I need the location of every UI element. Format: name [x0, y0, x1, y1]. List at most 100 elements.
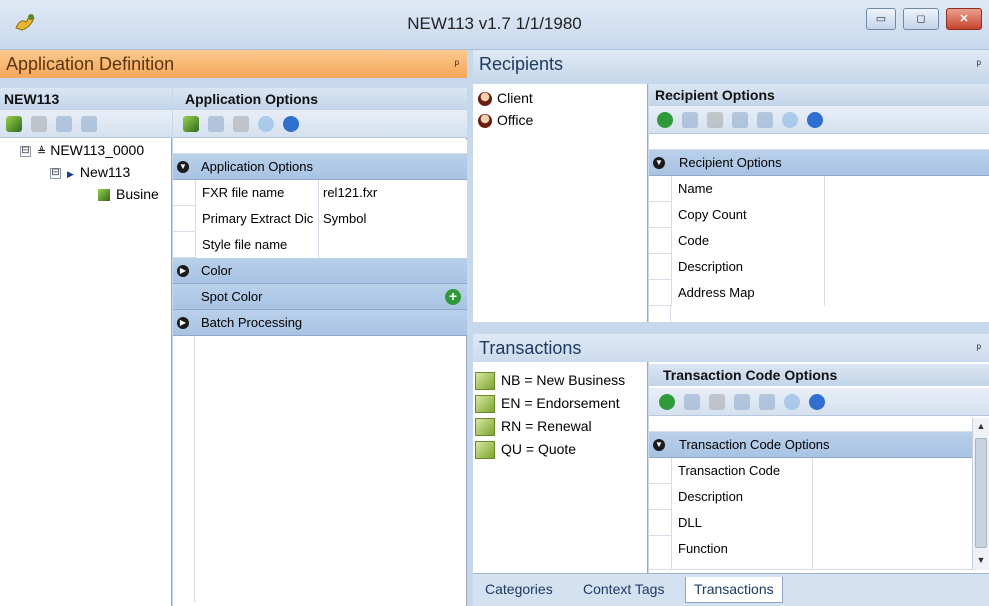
property-value[interactable]: Symbol — [319, 206, 467, 232]
move-up-icon[interactable] — [757, 111, 773, 128]
info-icon[interactable] — [784, 393, 800, 410]
tab-transactions[interactable]: Transactions — [685, 577, 783, 603]
property-value[interactable]: rel121.fxr — [319, 180, 467, 206]
collapse-icon[interactable]: ⊟ — [20, 145, 31, 157]
move-down-icon[interactable] — [81, 115, 97, 132]
expand-icon[interactable]: ▶ — [177, 317, 189, 329]
recipient-options-title: Recipient Options — [649, 84, 989, 106]
grid-gutter — [173, 336, 195, 602]
category-recipient-options[interactable]: ▼ Recipient Options — [649, 150, 989, 176]
property-value[interactable] — [813, 510, 972, 536]
property-row-address-map[interactable]: Address Map — [649, 280, 989, 306]
add-icon[interactable] — [6, 115, 22, 132]
flag-icon: ▶ — [67, 169, 74, 179]
recipient-item-client[interactable]: Client — [478, 88, 533, 108]
application-definition-header: Application Definition ᵖ — [0, 50, 467, 78]
property-row-name[interactable]: Name — [649, 176, 989, 202]
property-value[interactable] — [825, 176, 989, 202]
scroll-down-icon[interactable]: ▼ — [973, 552, 989, 568]
add-icon[interactable] — [183, 115, 199, 132]
minimize-button[interactable]: ▭ — [866, 8, 896, 30]
move-down-icon[interactable] — [732, 111, 748, 128]
close-button[interactable]: ✕ — [946, 8, 982, 30]
scroll-up-icon[interactable]: ▲ — [973, 418, 989, 434]
pin-icon[interactable]: ᵖ — [976, 334, 981, 362]
property-name: Spot Color — [201, 289, 263, 304]
tab-categories[interactable]: Categories — [477, 577, 561, 603]
stack-icon: ≜ — [37, 146, 47, 158]
info-icon[interactable] — [258, 115, 274, 132]
delete-icon[interactable] — [709, 393, 725, 410]
transaction-icon — [475, 418, 495, 437]
pin-icon[interactable]: ᵖ — [976, 50, 981, 78]
category-batch-processing[interactable]: ▶ Batch Processing — [173, 310, 467, 336]
transaction-icon — [475, 441, 495, 460]
transaction-code-toolbar — [649, 388, 989, 416]
property-row-spot-color[interactable]: Spot Color + — [173, 284, 467, 310]
category-color[interactable]: ▶ Color — [173, 258, 467, 284]
tab-context-tags[interactable]: Context Tags — [575, 577, 672, 603]
delete-icon[interactable] — [31, 115, 47, 132]
add-icon[interactable] — [659, 393, 675, 410]
collapse-icon[interactable]: ▼ — [653, 157, 665, 169]
bottom-tab-strip: Categories Context Tags Transactions — [473, 573, 989, 606]
add-icon[interactable] — [657, 111, 673, 128]
help-icon[interactable] — [283, 115, 299, 132]
transaction-item-nb[interactable]: NB = New Business — [475, 370, 625, 391]
copy-icon[interactable] — [208, 115, 224, 132]
pin-icon[interactable]: ᵖ — [454, 50, 459, 78]
property-row-code[interactable]: Code — [649, 228, 989, 254]
property-row-transaction-code[interactable]: Transaction Code — [649, 458, 972, 484]
property-value[interactable] — [813, 458, 972, 484]
add-spot-color-icon[interactable]: + — [445, 289, 461, 305]
recipient-item-office[interactable]: Office — [478, 110, 533, 130]
property-value[interactable] — [825, 254, 989, 280]
tree-item-label: Busine — [116, 186, 159, 202]
transactions-header: Transactions ᵖ — [473, 334, 989, 362]
tree-item-root[interactable]: ⊟ ≜ NEW113_0000 — [20, 142, 144, 158]
property-name: Style file name — [195, 232, 319, 258]
collapse-icon[interactable]: ⊟ — [50, 167, 61, 179]
copy-icon[interactable] — [684, 393, 700, 410]
property-row-fxr[interactable]: FXR file name rel121.fxr — [173, 180, 467, 206]
property-row-primary-extract[interactable]: Primary Extract Dic Symbol — [173, 206, 467, 232]
property-value[interactable] — [825, 280, 989, 306]
property-value[interactable] — [825, 228, 989, 254]
tree-item-business[interactable]: Busine — [98, 186, 159, 202]
help-icon[interactable] — [807, 111, 823, 128]
transaction-item-en[interactable]: EN = Endorsement — [475, 393, 620, 414]
move-up-icon[interactable] — [56, 115, 72, 132]
property-row-description[interactable]: Description — [649, 484, 972, 510]
delete-icon[interactable] — [707, 111, 723, 128]
title-bar: NEW113 v1.7 1/1/1980 — [0, 0, 989, 50]
application-definition-title: Application Definition — [6, 54, 175, 74]
property-row-description[interactable]: Description — [649, 254, 989, 280]
property-value[interactable] — [319, 232, 467, 258]
property-value[interactable] — [813, 484, 972, 510]
property-value[interactable] — [825, 202, 989, 228]
recipients-title: Recipients — [479, 54, 564, 74]
copy-icon[interactable] — [682, 111, 698, 128]
vertical-scrollbar[interactable]: ▲ ▼ — [972, 418, 989, 570]
help-icon[interactable] — [809, 393, 825, 410]
tree-toolbar — [0, 110, 172, 138]
scroll-thumb[interactable] — [975, 438, 987, 548]
property-row-style-file[interactable]: Style file name — [173, 232, 467, 258]
category-transaction-code-options[interactable]: ▼ Transaction Code Options — [649, 432, 972, 458]
property-row-copy-count[interactable]: Copy Count — [649, 202, 989, 228]
delete-icon[interactable] — [233, 115, 249, 132]
transaction-item-qu[interactable]: QU = Quote — [475, 439, 576, 460]
property-row-dll[interactable]: DLL — [649, 510, 972, 536]
info-icon[interactable] — [782, 111, 798, 128]
tree-item-new113[interactable]: ⊟ ▶ New113 — [50, 164, 130, 180]
property-value[interactable] — [813, 536, 972, 569]
category-application-options[interactable]: ▼ Application Options — [173, 154, 467, 180]
move-down-icon[interactable] — [734, 393, 750, 410]
expand-icon[interactable]: ▶ — [177, 265, 189, 277]
property-row-function[interactable]: Function — [649, 536, 972, 570]
collapse-icon[interactable]: ▼ — [177, 161, 189, 173]
transaction-item-rn[interactable]: RN = Renewal — [475, 416, 592, 437]
restore-button[interactable]: ◻ — [903, 8, 939, 30]
collapse-icon[interactable]: ▼ — [653, 439, 665, 451]
move-up-icon[interactable] — [759, 393, 775, 410]
